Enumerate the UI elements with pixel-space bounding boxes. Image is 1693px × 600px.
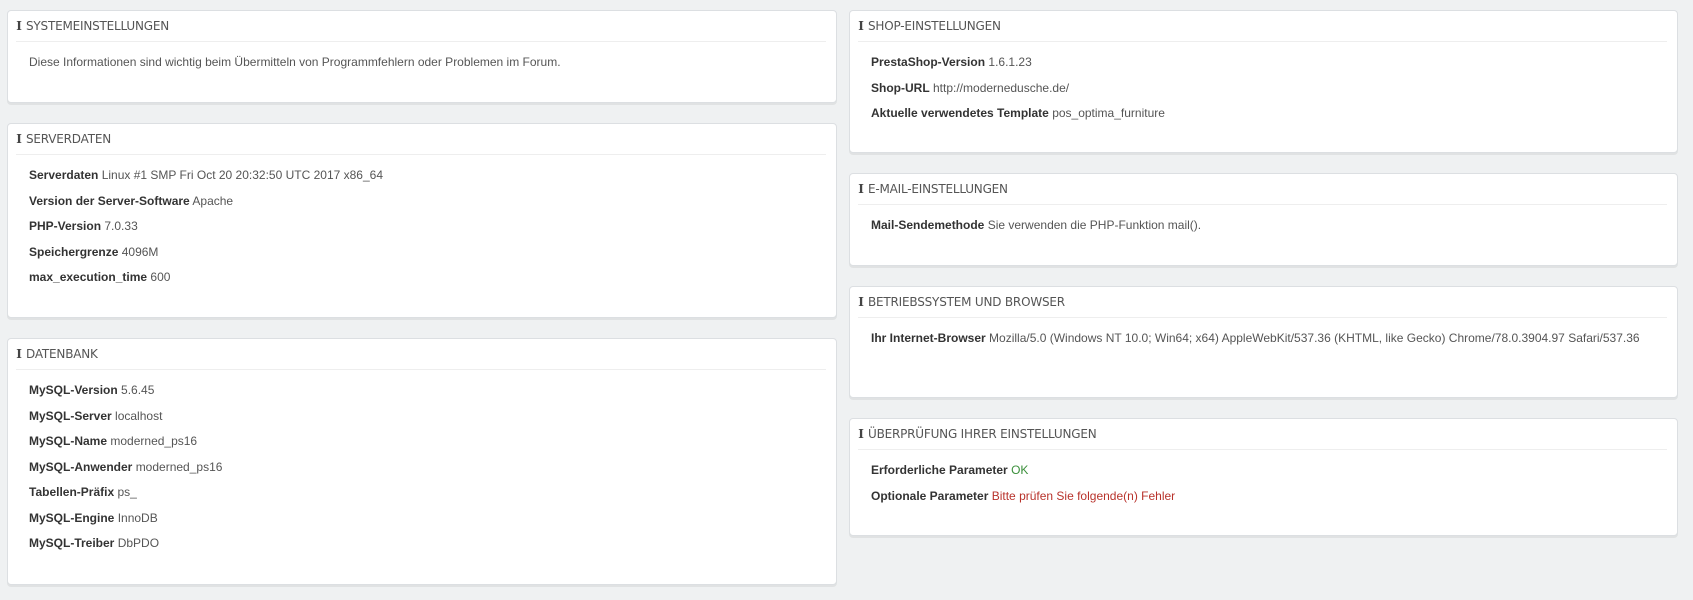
info-row: MySQL-Treiber DbPDO	[29, 536, 160, 550]
info-icon: i	[16, 132, 22, 146]
info-row: MySQL-Anwender moderned_ps16	[29, 459, 223, 474]
panel-title: BETRIEBSSYSTEM UND BROWSER	[868, 295, 1065, 309]
status-ok: OK	[1011, 463, 1029, 477]
info-icon: i	[858, 182, 864, 196]
settings-check-panel: i ÜBERPRÜFUNG IHRER EINSTELLUNGEN Erford…	[849, 418, 1678, 536]
database-panel: i DATENBANK MySQL-Version 5.6.45 MySQL-S…	[7, 338, 837, 585]
panel-heading: i SYSTEMEINSTELLUNGEN	[16, 11, 826, 42]
panel-title: SERVERDATEN	[26, 132, 112, 146]
info-row: Serverdaten Linux #1 SMP Fri Oct 20 20:3…	[29, 168, 383, 182]
panel-heading: i ÜBERPRÜFUNG IHRER EINSTELLUNGEN	[858, 419, 1667, 450]
panel-title: DATENBANK	[26, 347, 98, 361]
panel-heading: i SERVERDATEN	[16, 124, 826, 155]
email-settings-panel: i E-MAIL-EINSTELLUNGEN Mail-Sendemethode…	[849, 173, 1678, 266]
info-icon: i	[858, 295, 864, 309]
info-icon: i	[16, 19, 22, 33]
info-row: Version der Server-Software Apache	[29, 193, 234, 208]
info-row: MySQL-Name moderned_ps16	[29, 434, 198, 448]
info-icon: i	[16, 347, 22, 361]
os-browser-panel: i BETRIEBSSYSTEM UND BROWSER Ihr Interne…	[849, 286, 1678, 398]
status-error: Bitte prüfen Sie folgende(n) Fehler	[991, 488, 1176, 503]
panel-title: ÜBERPRÜFUNG IHRER EINSTELLUNGEN	[868, 427, 1097, 441]
panel-heading: i SHOP-EINSTELLUNGEN	[858, 11, 1667, 42]
shop-settings-panel: i SHOP-EINSTELLUNGEN PrestaShop-Version …	[849, 10, 1678, 153]
info-row: MySQL-Server localhost	[29, 408, 163, 423]
info-row: Optionale Parameter Bitte prüfen Sie fol…	[871, 488, 1176, 503]
info-row: Aktuelle verwendetes Template pos_optima…	[871, 106, 1165, 120]
info-row: Shop-URL http://modernedusche.de/	[871, 80, 1070, 95]
panel-title: SYSTEMEINSTELLUNGEN	[26, 19, 170, 33]
panel-title: SHOP-EINSTELLUNGEN	[868, 19, 1001, 33]
info-row: PHP-Version 7.0.33	[29, 219, 138, 233]
info-row: PrestaShop-Version 1.6.1.23	[871, 55, 1032, 69]
info-row: max_execution_time 600	[29, 270, 171, 284]
panel-title: E-MAIL-EINSTELLUNGEN	[868, 182, 1008, 196]
panel-heading: i DATENBANK	[16, 339, 826, 370]
system-info-text: Diese Informationen sind wichtig beim Üb…	[29, 55, 561, 69]
info-icon: i	[858, 427, 864, 441]
panel-heading: i E-MAIL-EINSTELLUNGEN	[858, 174, 1667, 205]
info-row: MySQL-Engine InnoDB	[29, 510, 158, 525]
info-row: Mail-Sendemethode Sie verwenden die PHP-…	[871, 218, 1202, 232]
info-row: Tabellen-Präfix ps_	[29, 485, 137, 499]
info-row: Erforderliche Parameter OK	[871, 463, 1029, 477]
info-row: Speichergrenze 4096M	[29, 244, 159, 259]
info-row: Ihr Internet-Browser Mozilla/5.0 (Window…	[871, 331, 1640, 345]
right-column: i SHOP-EINSTELLUNGEN PrestaShop-Version …	[849, 10, 1678, 536]
server-data-panel: i SERVERDATEN Serverdaten Linux #1 SMP F…	[7, 123, 837, 318]
system-settings-panel: i SYSTEMEINSTELLUNGEN Diese Informatione…	[7, 10, 837, 103]
info-icon: i	[858, 19, 864, 33]
panel-heading: i BETRIEBSSYSTEM UND BROWSER	[858, 287, 1667, 318]
info-row: MySQL-Version 5.6.45	[29, 383, 155, 397]
left-column: i SYSTEMEINSTELLUNGEN Diese Informatione…	[7, 10, 837, 585]
